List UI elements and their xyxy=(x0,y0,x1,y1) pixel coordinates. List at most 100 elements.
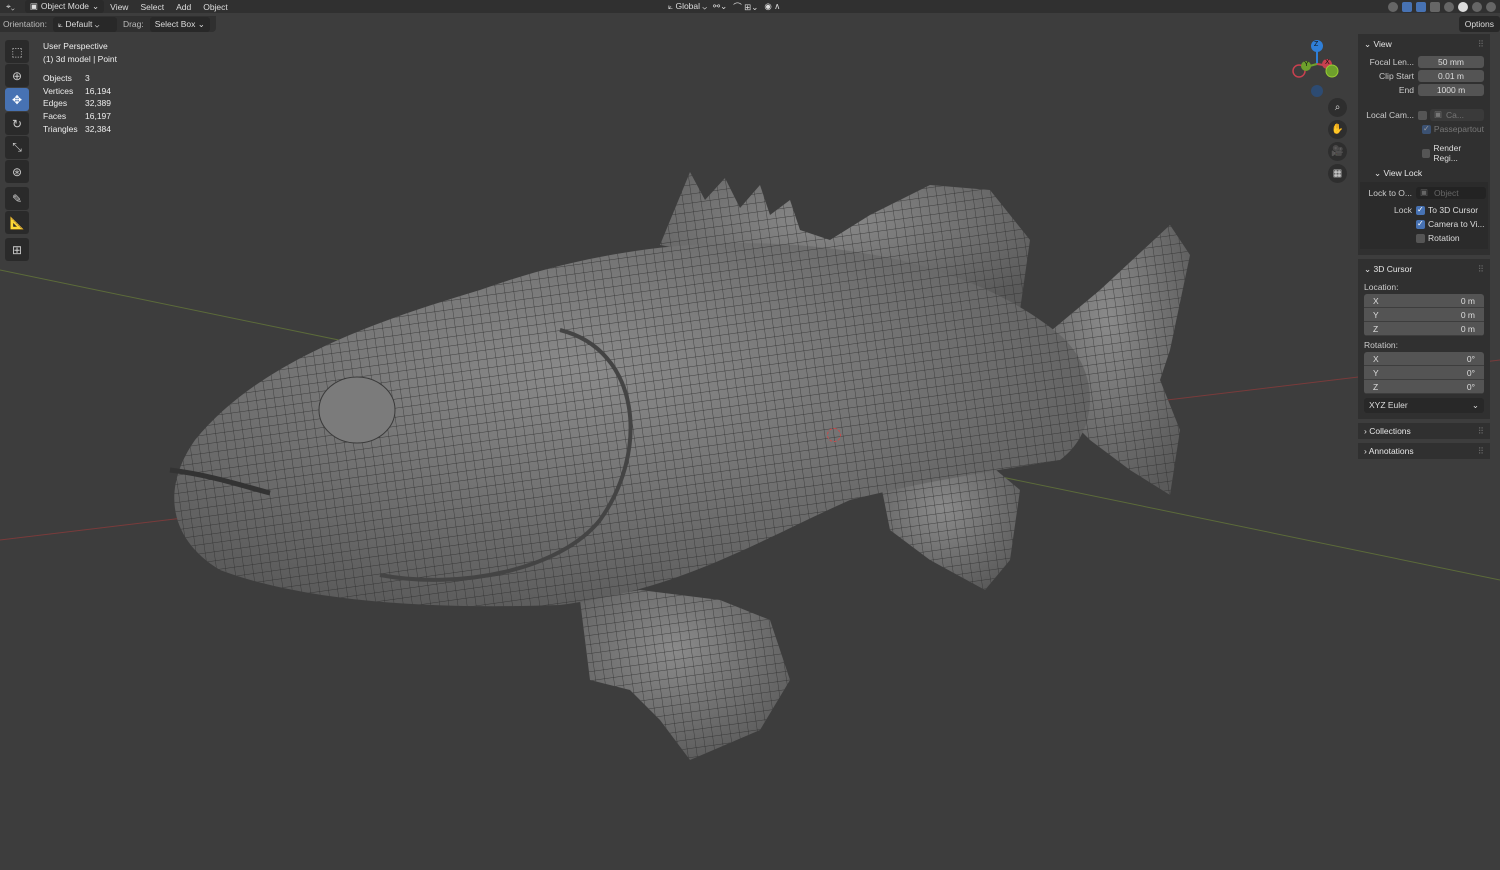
focal-length-field[interactable]: 50 mm xyxy=(1418,55,1484,68)
proportional-edit-icon[interactable]: ◉ ∧ xyxy=(764,1,780,12)
rotation-y-field[interactable]: Y 0° xyxy=(1364,366,1484,380)
options-button[interactable]: Options xyxy=(1458,16,1500,32)
section-title: Collections xyxy=(1369,426,1411,436)
view-lock-header[interactable]: ⌄ View Lock xyxy=(1364,166,1484,180)
location-z-field[interactable]: Z 0 m xyxy=(1364,322,1484,336)
navigation-gizmo[interactable]: Z Y X xyxy=(1290,38,1346,100)
clip-end-field[interactable]: 1000 m xyxy=(1418,83,1484,96)
axis-value: 0 m xyxy=(1460,309,1475,320)
lock-rotation-checkbox[interactable] xyxy=(1416,233,1425,243)
local-camera-field[interactable]: ▣ Ca... xyxy=(1430,108,1484,121)
stat-label: Vertices xyxy=(43,85,74,96)
select-box-tool-icon[interactable]: ⬚ xyxy=(5,40,29,63)
pivot-icon[interactable]: ⚯⌄ xyxy=(713,1,727,12)
pan-hand-icon[interactable]: ✋ xyxy=(1328,120,1347,139)
section-title: Annotations xyxy=(1368,446,1414,456)
measure-tool-icon[interactable]: 📐 xyxy=(5,211,29,234)
menu-select[interactable]: Select xyxy=(134,2,170,12)
stat-value: 16,197 xyxy=(85,110,111,121)
drag-dropdown[interactable]: Select Box ⌄ xyxy=(149,16,210,32)
viewport-info-overlay: User Perspective (1) 3d model | Point Ob… xyxy=(43,40,117,135)
move-tool-icon[interactable]: ✥ xyxy=(5,88,29,111)
stat-value: 16,194 xyxy=(85,85,111,96)
camera-to-view-label: Camera to Vi... xyxy=(1428,219,1485,229)
transform-tool-icon[interactable]: ⊛ xyxy=(5,160,29,183)
viewport-shading-tools xyxy=(1388,0,1496,13)
axis-value: 0 m xyxy=(1460,323,1475,334)
overlay-toggle-icon[interactable] xyxy=(1416,1,1426,12)
rotation-mode-dropdown[interactable]: XYZ Euler ⌄ xyxy=(1364,398,1484,413)
gizmo-z-label: Z xyxy=(1314,41,1319,48)
snap-icon[interactable]: ⌒ ⊞⌄ xyxy=(733,1,758,13)
rotate-tool-icon[interactable]: ↻ xyxy=(5,112,29,135)
clip-start-field[interactable]: 0.01 m xyxy=(1418,69,1484,82)
clip-end-label: End xyxy=(1398,85,1414,95)
annotations-section[interactable]: › Annotations ⠿ xyxy=(1358,443,1490,459)
mode-label: Object Mode xyxy=(40,1,90,11)
gill-cover xyxy=(379,328,633,582)
local-camera-checkbox[interactable] xyxy=(1418,110,1427,120)
drag-dropdown-value: Select Box xyxy=(154,18,196,29)
gizmo-toggle-icon[interactable] xyxy=(1402,1,1412,12)
drag-handle-icon[interactable]: ⠿ xyxy=(1478,446,1484,457)
camera-to-view-checkbox[interactable] xyxy=(1416,219,1425,229)
xray-icon[interactable] xyxy=(1430,1,1440,12)
y-axis-line xyxy=(0,269,1500,581)
passepartout-checkbox[interactable] xyxy=(1422,124,1431,134)
viewport-scene[interactable] xyxy=(0,0,1500,870)
object-info: (1) 3d model | Point xyxy=(43,53,118,64)
axis-label: X xyxy=(1373,295,1379,306)
fish-model[interactable] xyxy=(169,172,1190,760)
orientation-dropdown-value: Default xyxy=(65,18,93,29)
lock-rotation-label: Rotation xyxy=(1428,233,1460,243)
collections-section[interactable]: › Collections ⠿ xyxy=(1358,423,1490,439)
orientation-dropdown[interactable]: ⟀ Default ⌄ xyxy=(52,16,117,32)
render-region-label: Render Regi... xyxy=(1433,143,1462,163)
rotation-z-field[interactable]: Z 0° xyxy=(1364,380,1484,394)
drag-handle-icon[interactable]: ⠿ xyxy=(1478,39,1484,50)
3d-cursor-header[interactable]: ⌄ 3D Cursor ⠿ xyxy=(1364,262,1484,276)
transform-tools: ⟀ Global ⌄ ⚯⌄ ⌒ ⊞⌄ ◉ ∧ xyxy=(668,0,780,13)
zoom-icon[interactable]: ⌕ xyxy=(1328,98,1347,117)
local-camera-label: Local Cam... xyxy=(1366,110,1414,120)
visibility-icon[interactable] xyxy=(1388,1,1398,12)
material-shading-icon[interactable] xyxy=(1472,1,1482,12)
camera-view-icon[interactable]: 🎥 xyxy=(1328,142,1347,161)
editor-type-icon[interactable]: ⌖⌄ xyxy=(0,1,21,12)
annotate-tool-icon[interactable]: ✎ xyxy=(5,187,29,210)
menu-object[interactable]: Object xyxy=(197,2,234,12)
add-cube-tool-icon[interactable]: ⊞ xyxy=(5,238,29,261)
3d-cursor[interactable] xyxy=(827,428,841,442)
rendered-shading-icon[interactable] xyxy=(1486,1,1496,12)
mode-selector[interactable]: ▣ Object Mode ⌄ xyxy=(24,0,105,13)
gizmo-x-label: X xyxy=(1325,59,1330,66)
drag-handle-icon[interactable]: ⠿ xyxy=(1478,426,1484,437)
location-label: Location: xyxy=(1364,282,1399,292)
axis-label: Z xyxy=(1373,323,1379,334)
stat-label: Objects xyxy=(43,73,72,84)
toolbar: ⬚ ⊕ ✥ ↻ ⤡ ⊛ ✎ 📐 ⊞ xyxy=(5,40,29,262)
rotation-x-field[interactable]: X 0° xyxy=(1364,352,1484,366)
cursor-tool-icon[interactable]: ⊕ xyxy=(5,64,29,87)
menu-add[interactable]: Add xyxy=(170,2,197,12)
subsection-title: View Lock xyxy=(1383,167,1423,178)
stat-value: 32,389 xyxy=(85,98,111,109)
lock-label: Lock xyxy=(1394,205,1412,215)
ortho-grid-icon[interactable]: ▦ xyxy=(1328,164,1347,183)
scale-tool-icon[interactable]: ⤡ xyxy=(5,136,29,159)
menu-view[interactable]: View xyxy=(104,2,134,12)
view-section-header[interactable]: ⌄ View ⠿ xyxy=(1364,37,1484,51)
transform-orientation[interactable]: ⟀ Global ⌄ xyxy=(668,1,707,12)
location-x-field[interactable]: X 0 m xyxy=(1364,294,1484,308)
section-title: View xyxy=(1373,38,1392,49)
to-3d-cursor-checkbox[interactable] xyxy=(1416,205,1425,215)
cursor-location-fields: X 0 m Y 0 m Z 0 m xyxy=(1364,294,1484,336)
lock-to-object-field[interactable]: ▣ Object xyxy=(1416,186,1486,199)
drag-handle-icon[interactable]: ⠿ xyxy=(1478,264,1484,275)
render-region-checkbox[interactable] xyxy=(1422,148,1431,158)
location-y-field[interactable]: Y 0 m xyxy=(1364,308,1484,322)
tool-settings-bar: Orientation: ⟀ Default ⌄ Drag: Select Bo… xyxy=(0,16,216,32)
wireframe-shading-icon[interactable] xyxy=(1444,1,1454,12)
solid-shading-icon[interactable] xyxy=(1458,1,1468,12)
rotation-mode-value: XYZ Euler xyxy=(1369,400,1408,410)
